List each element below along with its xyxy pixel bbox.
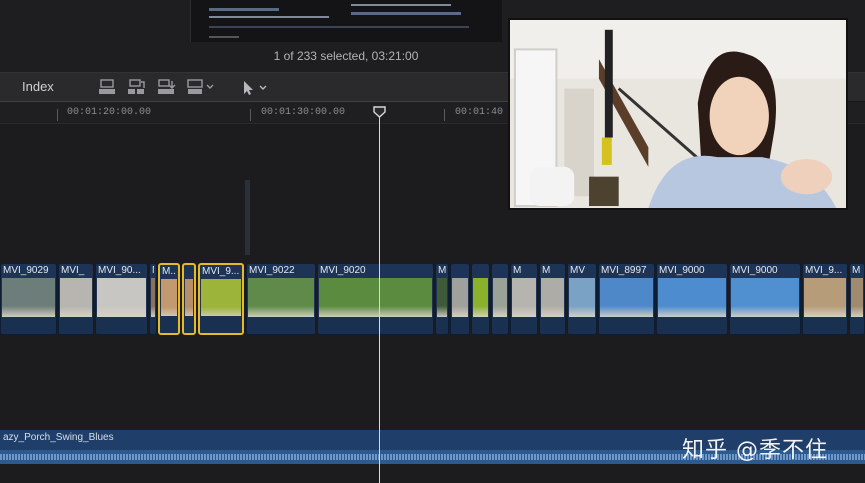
clip-thumbnail (97, 278, 146, 318)
clip-label: M (852, 265, 861, 276)
clip-audio-band (492, 317, 508, 334)
timecode-3: 00:01:40 (455, 107, 504, 118)
clip-audio-band (436, 317, 448, 334)
clip-label: MVI_9... (805, 265, 843, 276)
video-viewer[interactable] (508, 18, 848, 210)
clip-audio-band (200, 316, 242, 333)
clip-label: MVI_9020 (320, 265, 366, 276)
clip-audio-band (184, 316, 194, 333)
clip-label: MV (570, 265, 585, 276)
clip-thumbnail (2, 278, 55, 318)
clip-thumbnail (248, 278, 314, 318)
clip-audio-band (160, 316, 178, 333)
timeline-clip[interactable]: MVI_9000 (729, 263, 801, 335)
clip-label: M (438, 265, 446, 276)
clip-label: MVI_90... (98, 265, 141, 276)
timeline-clip[interactable] (450, 263, 470, 335)
timeline-clip[interactable]: M (435, 263, 449, 335)
clip-thumbnail (731, 278, 799, 318)
connect-clip-icon[interactable] (186, 78, 216, 96)
timeline-clip[interactable]: MVI_90... (95, 263, 148, 335)
clip-label: M (542, 265, 551, 276)
timeline-clip[interactable]: MVI_8997 (598, 263, 655, 335)
clip-label: MVI_8997 (601, 265, 647, 276)
clip-thumbnail (851, 278, 863, 318)
clip-thumbnail (60, 278, 92, 318)
playhead-line[interactable] (379, 114, 380, 483)
clip-thumbnail (541, 278, 564, 318)
timeline-clip[interactable]: MVI_9022 (246, 263, 316, 335)
clip-audio-band (850, 317, 864, 334)
timeline-clip[interactable]: MVI_9... (802, 263, 848, 335)
clip-audio-band (451, 317, 469, 334)
clip-label: M (513, 265, 522, 276)
append-clip-icon[interactable] (97, 78, 117, 96)
timeline-clip[interactable] (182, 263, 196, 335)
clip-label: MVI_ (61, 265, 85, 276)
clip-audio-band (540, 317, 565, 334)
timeline-clip[interactable]: MV (567, 263, 597, 335)
clip-audio-band (59, 317, 93, 334)
clip-audio-band (96, 317, 147, 334)
clip-audio-band (1, 317, 56, 334)
clip-thumbnail (452, 278, 468, 318)
timeline-clip[interactable]: M (539, 263, 566, 335)
timeline-clip[interactable]: M (149, 263, 157, 335)
clip-audio-band (472, 317, 489, 334)
clip-thumbnail (569, 278, 595, 318)
clip-label: M... (162, 266, 176, 277)
timeline-clip[interactable]: MVI_9020 (317, 263, 434, 335)
clip-label: MVI_9000 (732, 265, 778, 276)
clip-thumbnail (804, 278, 846, 318)
gap-marker (245, 180, 250, 255)
clip-audio-band (511, 317, 537, 334)
clip-thumbnail (600, 278, 653, 318)
clip-audio-band (599, 317, 654, 334)
timeline-clip[interactable]: M... (158, 263, 180, 335)
selection-info: 1 of 233 selected, 03:21:00 (273, 49, 419, 63)
timecode-1: 00:01:20:00.00 (67, 107, 152, 118)
clip-thumbnail (151, 278, 155, 318)
clip-label: M (152, 265, 154, 276)
playhead-handle[interactable] (373, 106, 386, 118)
clip-thumbnail (493, 278, 507, 318)
overwrite-clip-icon[interactable] (156, 78, 176, 96)
index-button[interactable]: Index (22, 79, 54, 94)
clip-label: MVI_9000 (659, 265, 705, 276)
timeline-clip[interactable] (471, 263, 490, 335)
clip-audio-band (730, 317, 800, 334)
clip-audio-band (803, 317, 847, 334)
clip-audio-band (150, 317, 156, 334)
timeline-clip[interactable]: MVI_9029 (0, 263, 57, 335)
clip-thumbnail (185, 279, 193, 319)
clip-label: MVI_9029 (3, 265, 49, 276)
clip-audio-band (657, 317, 727, 334)
viewer-frame-image (510, 20, 846, 208)
clip-thumbnail (473, 278, 488, 318)
clip-thumbnail (437, 278, 447, 318)
audio-clip-label: azy_Porch_Swing_Blues (3, 432, 114, 443)
clip-audio-band (247, 317, 315, 334)
clip-thumbnail (161, 279, 177, 319)
timecode-2: 00:01:30:00.00 (261, 107, 346, 118)
clip-thumbnail (512, 278, 536, 318)
timeline-clip[interactable]: MVI_9000 (656, 263, 728, 335)
clip-thumbnail (201, 279, 241, 319)
clip-label: MVI_9022 (249, 265, 295, 276)
timeline-clip[interactable]: MVI_9... (198, 263, 244, 335)
timeline-clip[interactable]: M (849, 263, 865, 335)
clip-thumbnail (658, 278, 726, 318)
timeline-clip[interactable]: M (510, 263, 538, 335)
insert-clip-icon[interactable] (126, 78, 146, 96)
select-tool-arrow-icon[interactable] (240, 79, 270, 97)
clip-audio-band (568, 317, 596, 334)
clip-label: MVI_9... (202, 266, 240, 277)
browser-thumbnail-strip[interactable] (190, 0, 502, 42)
watermark-text: 知乎 @季不住 (682, 438, 828, 463)
clip-audio-band (318, 317, 433, 334)
clip-thumbnail (319, 278, 432, 318)
timeline-clip[interactable] (491, 263, 509, 335)
timeline-clip[interactable]: MVI_ (58, 263, 94, 335)
